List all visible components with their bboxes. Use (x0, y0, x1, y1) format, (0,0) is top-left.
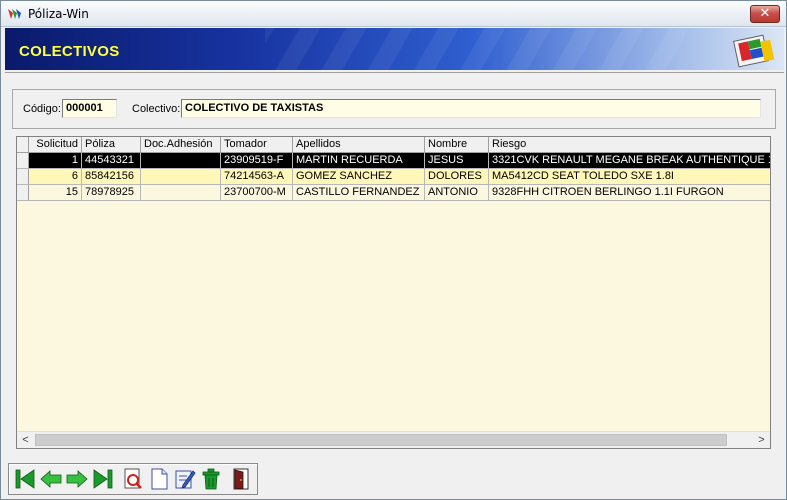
row-indicator (17, 185, 29, 200)
navigation-toolbar (8, 463, 258, 495)
header-indicator (17, 137, 29, 153)
column-header-tomador[interactable]: Tomador (221, 137, 293, 153)
new-document-icon[interactable] (147, 467, 171, 491)
brand-logo-icon (733, 34, 775, 68)
cell-nombre: DOLORES (425, 169, 489, 184)
cell-tomador: 23909519-F (221, 153, 293, 168)
title-bar[interactable]: Póliza-Win ✕ (1, 1, 786, 27)
cell-apellidos: CASTILLO FERNANDEZ (293, 185, 425, 200)
colectivo-label: Colectivo: (132, 103, 181, 115)
column-header-nombre[interactable]: Nombre (425, 137, 489, 153)
codigo-label: Código: (23, 103, 61, 115)
policies-grid[interactable]: Solicitud Póliza Doc.Adhesión Tomador Ap… (16, 136, 771, 449)
cell-poliza: 85842156 (82, 169, 141, 184)
column-header-doc-adhesion[interactable]: Doc.Adhesión (141, 137, 221, 153)
table-row[interactable]: 1 44543321 23909519-F MARTIN RECUERDA JE… (17, 153, 770, 169)
column-header-riesgo[interactable]: Riesgo (489, 137, 770, 153)
app-icon (8, 9, 21, 19)
last-record-icon[interactable] (91, 467, 115, 491)
table-row[interactable]: 6 85842156 74214563-A GOMEZ SANCHEZ DOLO… (17, 169, 770, 185)
cell-tomador: 74214563-A (221, 169, 293, 184)
first-record-icon[interactable] (13, 467, 37, 491)
cell-solicitud: 1 (29, 153, 82, 168)
banner-divider (5, 72, 784, 73)
scroll-right-icon[interactable]: > (753, 432, 770, 448)
cell-apellidos: MARTIN RECUERDA (293, 153, 425, 168)
cell-riesgo: MA5412CD SEAT TOLEDO SXE 1.8I (492, 170, 674, 182)
column-header-poliza[interactable]: Póliza (82, 137, 141, 153)
table-row[interactable]: 15 78978925 23700700-M CASTILLO FERNANDE… (17, 185, 770, 201)
search-document-icon[interactable] (121, 467, 145, 491)
exit-door-icon[interactable] (229, 467, 253, 491)
close-button[interactable]: ✕ (750, 5, 780, 23)
row-indicator (17, 153, 29, 168)
cell-riesgo: 9328FHH CITROEN BERLINGO 1.1I FURGON (492, 186, 724, 198)
collective-header-panel: Código: 000001 Colectivo: COLECTIVO DE T… (12, 89, 776, 129)
delete-trash-icon[interactable] (199, 467, 223, 491)
cell-nombre: JESUS (425, 153, 489, 168)
cell-doc-adhesion (141, 185, 221, 200)
cell-tomador: 23700700-M (221, 185, 293, 200)
edit-document-icon[interactable] (173, 467, 197, 491)
codigo-field[interactable]: 000001 (62, 99, 117, 118)
cell-poliza: 78978925 (82, 185, 141, 200)
colectivo-field[interactable]: COLECTIVO DE TAXISTAS (181, 99, 761, 118)
next-record-icon[interactable] (65, 467, 89, 491)
cell-apellidos: GOMEZ SANCHEZ (293, 169, 425, 184)
previous-record-icon[interactable] (39, 467, 63, 491)
section-banner: COLECTIVOS (5, 28, 784, 70)
cell-riesgo: 3321CVK RENAULT MEGANE BREAK AUTHENTIQUE… (489, 153, 770, 168)
scroll-left-icon[interactable]: < (17, 432, 34, 448)
scroll-thumb[interactable] (35, 434, 727, 446)
cell-solicitud: 15 (29, 185, 82, 200)
application-window: Póliza-Win ✕ COLECTIVOS Código: 000001 C… (0, 0, 787, 500)
cell-solicitud: 6 (29, 169, 82, 184)
horizontal-scrollbar[interactable]: < > (17, 431, 770, 448)
banner-title: COLECTIVOS (19, 43, 120, 60)
cell-doc-adhesion (141, 153, 221, 168)
row-indicator (17, 169, 29, 184)
column-header-solicitud[interactable]: Solicitud (29, 137, 82, 153)
cell-nombre: ANTONIO (425, 185, 489, 200)
window-title: Póliza-Win (28, 7, 89, 21)
cell-poliza: 44543321 (82, 153, 141, 168)
cell-doc-adhesion (141, 169, 221, 184)
grid-header-row: Solicitud Póliza Doc.Adhesión Tomador Ap… (17, 137, 770, 153)
column-header-apellidos[interactable]: Apellidos (293, 137, 425, 153)
